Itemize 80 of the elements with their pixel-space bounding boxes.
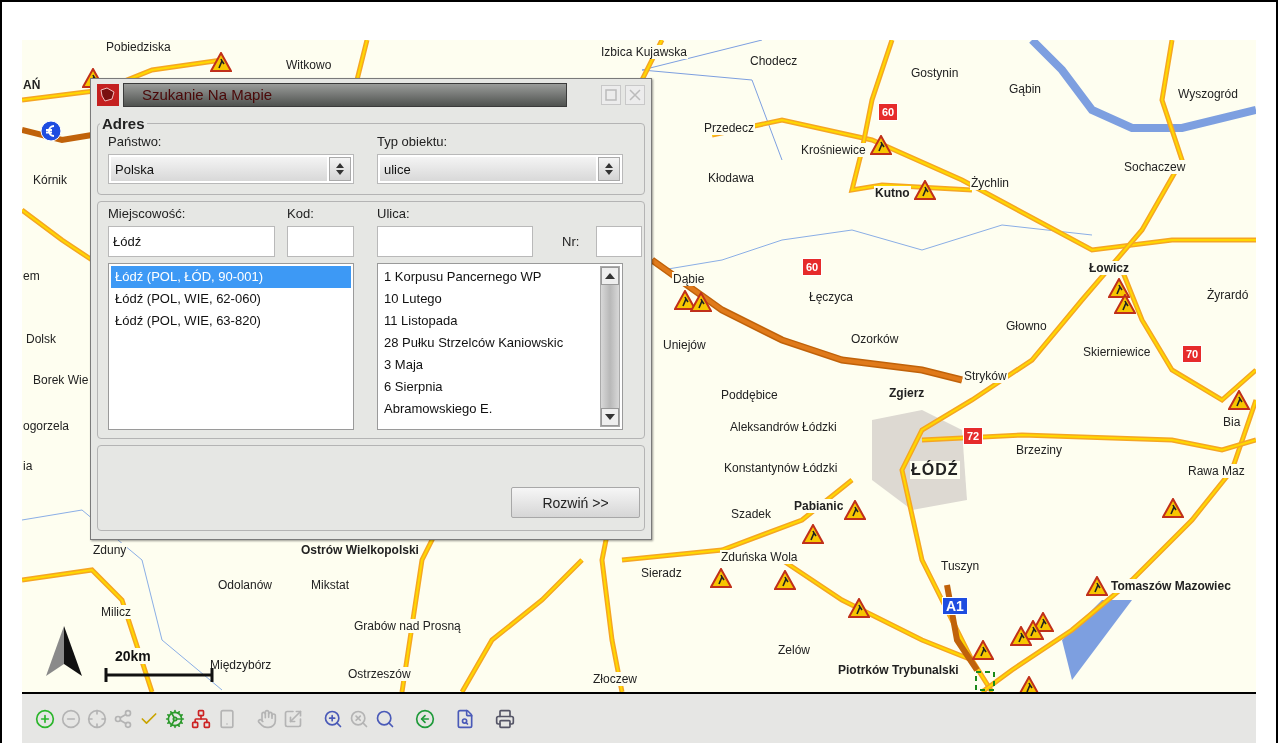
list-item[interactable]: 1 Korpusu Pancernego WP bbox=[380, 266, 600, 288]
list-item[interactable]: Łódź (POL, WIE, 62-060) bbox=[111, 288, 351, 310]
place-label: Zduńska Wola bbox=[720, 550, 799, 564]
list-item[interactable]: 11 Listopada bbox=[380, 310, 600, 332]
road-number-sign: A1 bbox=[942, 597, 968, 615]
place-label: Dąbie bbox=[672, 272, 706, 286]
field-label: Typ obiektu: bbox=[377, 134, 449, 150]
place-label: Żychlin bbox=[970, 176, 1010, 190]
scale-label: 20km bbox=[115, 648, 151, 664]
object-type-select[interactable]: ulice bbox=[377, 154, 623, 184]
list-item[interactable]: Łódź (POL, WIE, 63-820) bbox=[111, 310, 351, 332]
place-label: Borek Wie bbox=[32, 373, 90, 387]
place-label: AŃ bbox=[22, 78, 42, 92]
place-label: Gąbin bbox=[1008, 82, 1043, 96]
country-select[interactable]: Polska bbox=[108, 154, 354, 184]
place-label: Krośniewice bbox=[800, 143, 867, 157]
place-label: Kutno bbox=[874, 186, 911, 200]
place-label: Milicz bbox=[100, 605, 132, 619]
place-label: Łowicz bbox=[1088, 261, 1130, 275]
window-title: Szukanie Na Mapie bbox=[123, 83, 567, 107]
expand-button[interactable]: Rozwiń >> bbox=[511, 487, 640, 518]
road-number-sign: 70 bbox=[1182, 345, 1203, 363]
place-label: Żyrardó bbox=[1206, 288, 1250, 302]
place-label: Witkowo bbox=[285, 58, 333, 72]
field-label: Nr: bbox=[562, 233, 580, 250]
place-label: Pobiedziska bbox=[105, 40, 172, 54]
place-label: ogorzela bbox=[22, 419, 71, 433]
place-label: Skierniewice bbox=[1082, 345, 1152, 359]
list-item[interactable]: 3 Maja bbox=[380, 354, 600, 376]
place-label: Ozorków bbox=[850, 332, 900, 346]
place-label: ŁÓDŹ bbox=[910, 461, 960, 479]
road-number-sign: 60 bbox=[802, 258, 823, 276]
place-label: Mikstat bbox=[310, 578, 350, 592]
place-label: Ostrów Wielkopolski bbox=[300, 543, 420, 557]
place-label: Sieradz bbox=[640, 566, 683, 580]
place-label: Pabianic bbox=[793, 499, 845, 513]
place-label: Rawa Maz bbox=[1187, 464, 1246, 478]
field-label: Kod: bbox=[287, 206, 315, 222]
place-label: Sochaczew bbox=[1123, 160, 1187, 174]
place-label: Odolanów bbox=[217, 578, 274, 592]
place-label: Dolsk bbox=[25, 332, 57, 346]
field-label: Ulica: bbox=[377, 206, 411, 222]
place-label: Grabów nad Prosną bbox=[353, 619, 462, 633]
place-label: Zgierz bbox=[888, 386, 926, 400]
list-item[interactable]: 28 Pułku Strzelców Kaniowskic bbox=[380, 332, 600, 354]
place-label: Bia bbox=[1222, 415, 1242, 429]
list-item[interactable]: Abramowskiego E. bbox=[380, 398, 600, 420]
place-label: Gostynin bbox=[910, 66, 960, 80]
place-label: Piotrków Trybunalski bbox=[837, 663, 960, 677]
field-label: Miejscowość: bbox=[108, 206, 187, 222]
group-title: Adres bbox=[101, 115, 146, 132]
place-label: Łęczyca bbox=[808, 290, 855, 304]
place-label: Tomaszów Mazowiec bbox=[1110, 579, 1232, 593]
place-label: Stryków bbox=[963, 369, 1008, 383]
list-item[interactable]: 6 Sierpnia bbox=[380, 376, 600, 398]
place-label: Kórnik bbox=[32, 173, 68, 187]
place-label: Przedecz bbox=[703, 121, 756, 135]
place-label: Głowno bbox=[1005, 319, 1048, 333]
place-label: Tuszyn bbox=[940, 559, 981, 573]
place-label: Chodecz bbox=[749, 54, 799, 68]
city-input[interactable]: Łódź bbox=[108, 226, 275, 257]
place-label: Aleksandrów Łódzki bbox=[729, 420, 838, 434]
place-label: Złoczew bbox=[592, 672, 638, 686]
place-label: Zelów bbox=[777, 643, 811, 657]
place-label: Kłodawa bbox=[707, 171, 756, 185]
place-label: Ostrzeszów bbox=[347, 667, 412, 681]
place-label: Brzeziny bbox=[1015, 443, 1063, 457]
place-label: Uniejów bbox=[662, 338, 707, 352]
place-label: Międzybórz bbox=[209, 658, 273, 672]
place-label: Konstantynów Łódzki bbox=[723, 461, 839, 475]
place-label: Izbica Kujawska bbox=[600, 45, 689, 59]
place-label: Zduny bbox=[92, 543, 128, 557]
road-number-sign: 60 bbox=[878, 103, 899, 121]
field-label: Państwo: bbox=[108, 134, 163, 150]
place-label: Szadek bbox=[730, 507, 773, 521]
place-label: Poddębice bbox=[720, 388, 779, 402]
list-item[interactable]: 10 Lutego bbox=[380, 288, 600, 310]
place-label: ia bbox=[22, 459, 34, 473]
road-number-sign: 72 bbox=[963, 427, 984, 445]
place-label: Wyszogród bbox=[1177, 87, 1239, 101]
